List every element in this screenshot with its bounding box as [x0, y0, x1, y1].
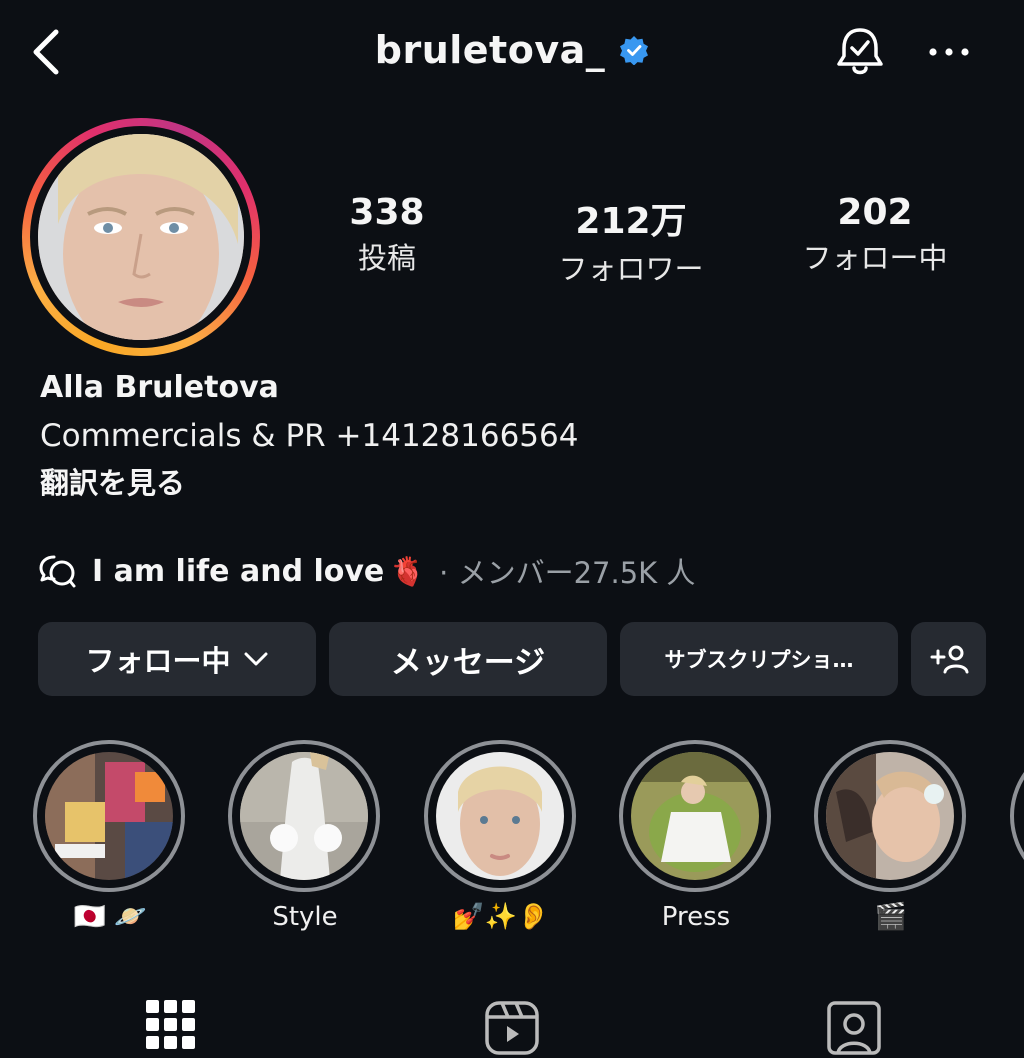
stat-value: 202	[837, 192, 913, 233]
anatomical-heart-emoji: 🫀	[390, 554, 426, 588]
highlight-japan[interactable]: 🇯🇵 🪐	[33, 740, 187, 932]
highlight-cover	[826, 752, 954, 880]
channel-member-count: · メンバー27.5K 人	[439, 556, 696, 590]
highlight-label: 🇯🇵 🪐	[73, 902, 147, 932]
following-button-label: フォロー中	[85, 644, 231, 678]
highlight-nails[interactable]: 💅✨👂	[424, 740, 578, 932]
chat-bubbles-icon	[39, 555, 76, 588]
highlight-label: Press	[661, 902, 731, 932]
translate-link[interactable]: 翻訳を見る	[40, 460, 185, 502]
profile-bio: Commercials & PR +14128166564	[40, 418, 579, 454]
username: bruletova_	[374, 28, 606, 72]
following-button[interactable]: フォロー中	[38, 622, 316, 696]
stat-label: フォロワー	[558, 252, 704, 286]
highlight-cover	[631, 752, 759, 880]
stat-value: 338	[349, 192, 425, 233]
highlight-cover	[45, 752, 173, 880]
notification-bell-icon[interactable]	[832, 24, 888, 80]
verified-badge-icon	[620, 36, 649, 65]
profile-name: Alla Bruletova	[40, 370, 279, 405]
highlight-cover	[436, 752, 564, 880]
suggested-users-button[interactable]	[911, 622, 986, 696]
highlight-label: Style	[272, 902, 338, 932]
highlight-label: 💅✨👂	[452, 902, 550, 932]
stat-label: 投稿	[357, 241, 416, 275]
following-count[interactable]: 202 フォロー中	[792, 192, 958, 277]
highlight-style[interactable]: Style	[228, 740, 382, 932]
message-button[interactable]: メッセージ	[329, 622, 607, 696]
highlight-film[interactable]: 🎬	[814, 740, 968, 932]
avatar-story-ring[interactable]	[22, 118, 260, 356]
highlight-label: 🎬	[874, 902, 908, 932]
add-person-icon	[930, 645, 968, 674]
avatar	[38, 134, 244, 340]
followers-count[interactable]: 212万 フォロワー	[546, 192, 716, 288]
subscribe-button-label: サブスクリプショ…	[664, 648, 854, 672]
highlight-cover	[240, 752, 368, 880]
broadcast-channel[interactable]: I am life and love 🫀 · メンバー27.5K 人	[38, 550, 695, 592]
highlight-press[interactable]: Press	[619, 740, 773, 932]
chevron-down-icon	[244, 652, 267, 666]
message-button-label: メッセージ	[390, 644, 546, 681]
grid-tab-icon[interactable]	[146, 1000, 196, 1050]
posts-count[interactable]: 338 投稿	[312, 192, 462, 277]
channel-name: I am life and love	[92, 553, 385, 589]
stat-label: フォロー中	[802, 241, 948, 275]
stat-value: 212万	[575, 201, 687, 242]
highlight-partial[interactable]	[1010, 740, 1024, 892]
subscribe-button[interactable]: サブスクリプショ…	[620, 622, 898, 696]
more-options-icon[interactable]	[926, 40, 972, 64]
tagged-tab-icon[interactable]	[826, 1000, 882, 1056]
reels-tab-icon[interactable]	[484, 1000, 540, 1056]
